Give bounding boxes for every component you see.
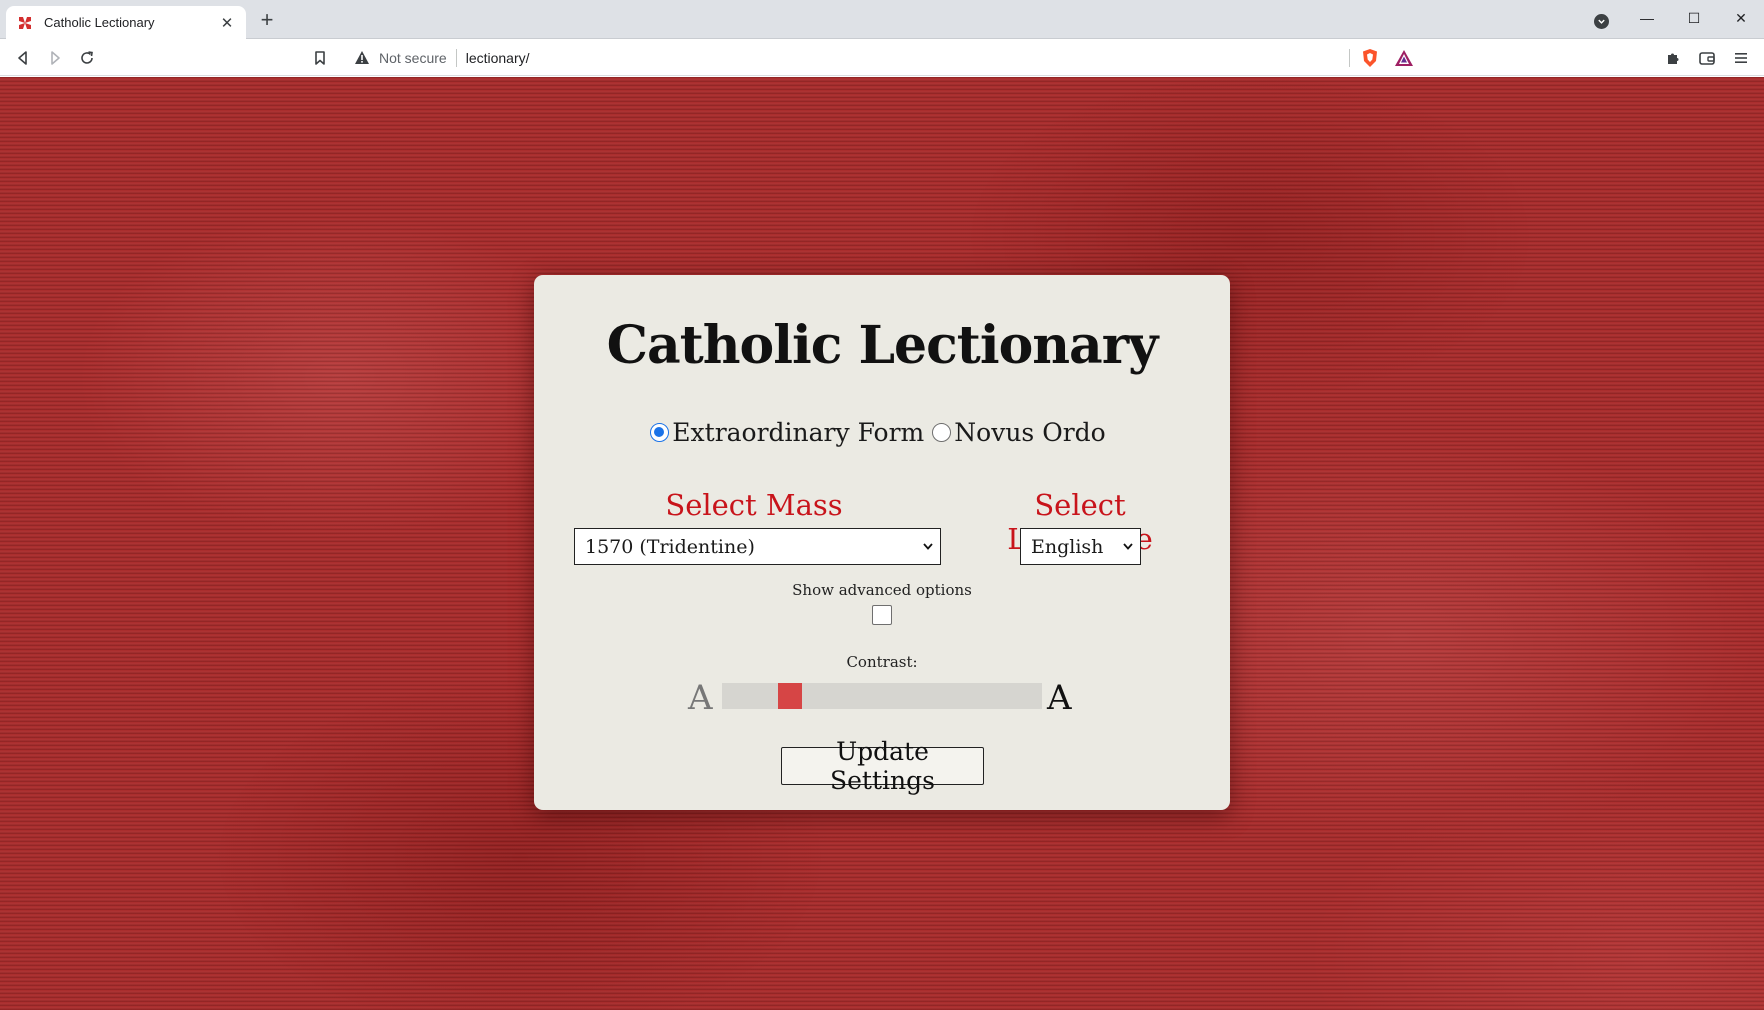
favicon-cross-icon (16, 14, 34, 32)
settings-card: Catholic Lectionary Extraordinary Form N… (534, 275, 1230, 810)
page-background: Catholic Lectionary Extraordinary Form N… (0, 77, 1764, 1010)
reload-icon[interactable] (74, 45, 100, 71)
menu-icon[interactable] (1728, 45, 1754, 71)
security-label[interactable]: Not secure (379, 50, 447, 66)
contrast-high-glyph: A (1047, 678, 1072, 718)
contrast-slider-thumb[interactable] (778, 683, 802, 709)
contrast-low-glyph: A (688, 678, 713, 718)
active-tab[interactable]: Catholic Lectionary ✕ (6, 6, 246, 39)
mass-select-value: 1570 (Tridentine) (585, 535, 755, 558)
close-window-button[interactable]: ✕ (1721, 4, 1761, 32)
select-mass-label: Select Mass (665, 488, 843, 522)
back-icon[interactable] (10, 45, 36, 71)
tab-strip: Catholic Lectionary ✕ + — ☐ ✕ (0, 0, 1764, 39)
contrast-slider[interactable] (722, 683, 1042, 709)
chevron-down-icon (1122, 539, 1134, 553)
warning-icon (353, 49, 371, 67)
chevron-down-icon (922, 539, 934, 553)
tab-close-icon[interactable]: ✕ (218, 14, 236, 32)
update-settings-button[interactable]: Update Settings (781, 737, 984, 795)
language-select-value: English (1031, 535, 1104, 558)
url-text[interactable]: lectionary/ (466, 50, 530, 66)
radio-extraordinary-form-label[interactable]: Extraordinary Form (672, 418, 924, 447)
contrast-label: Contrast: (846, 653, 918, 671)
tab-title: Catholic Lectionary (44, 15, 155, 30)
radio-novus-ordo[interactable] (932, 422, 952, 442)
advanced-options-label: Show advanced options (792, 581, 972, 599)
omnibox-separator (1349, 49, 1350, 67)
extensions-icon[interactable] (1660, 45, 1686, 71)
new-tab-button[interactable]: + (256, 9, 278, 32)
form-radio-group: Extraordinary Form Novus Ordo (534, 415, 1230, 449)
brave-shield-icon[interactable] (1359, 47, 1381, 69)
wallet-icon[interactable] (1694, 45, 1720, 71)
language-select[interactable]: English (1020, 528, 1141, 565)
tab-search-icon[interactable] (1594, 14, 1609, 29)
maximize-button[interactable]: ☐ (1674, 4, 1714, 32)
address-bar[interactable]: Not secure lectionary/ (343, 42, 1422, 73)
mass-select[interactable]: 1570 (Tridentine) (574, 528, 941, 565)
bookmark-icon[interactable] (307, 45, 333, 71)
advanced-options-checkbox[interactable] (872, 605, 892, 625)
forward-icon[interactable] (42, 45, 68, 71)
omnibox-divider (455, 48, 457, 67)
radio-novus-ordo-label[interactable]: Novus Ordo (954, 418, 1105, 447)
minimize-button[interactable]: — (1627, 4, 1667, 32)
radio-extraordinary-form[interactable] (650, 422, 670, 442)
brave-rewards-icon[interactable] (1393, 47, 1415, 69)
browser-toolbar: Not secure lectionary/ (0, 39, 1764, 76)
page-title: Catholic Lectionary (606, 315, 1159, 376)
